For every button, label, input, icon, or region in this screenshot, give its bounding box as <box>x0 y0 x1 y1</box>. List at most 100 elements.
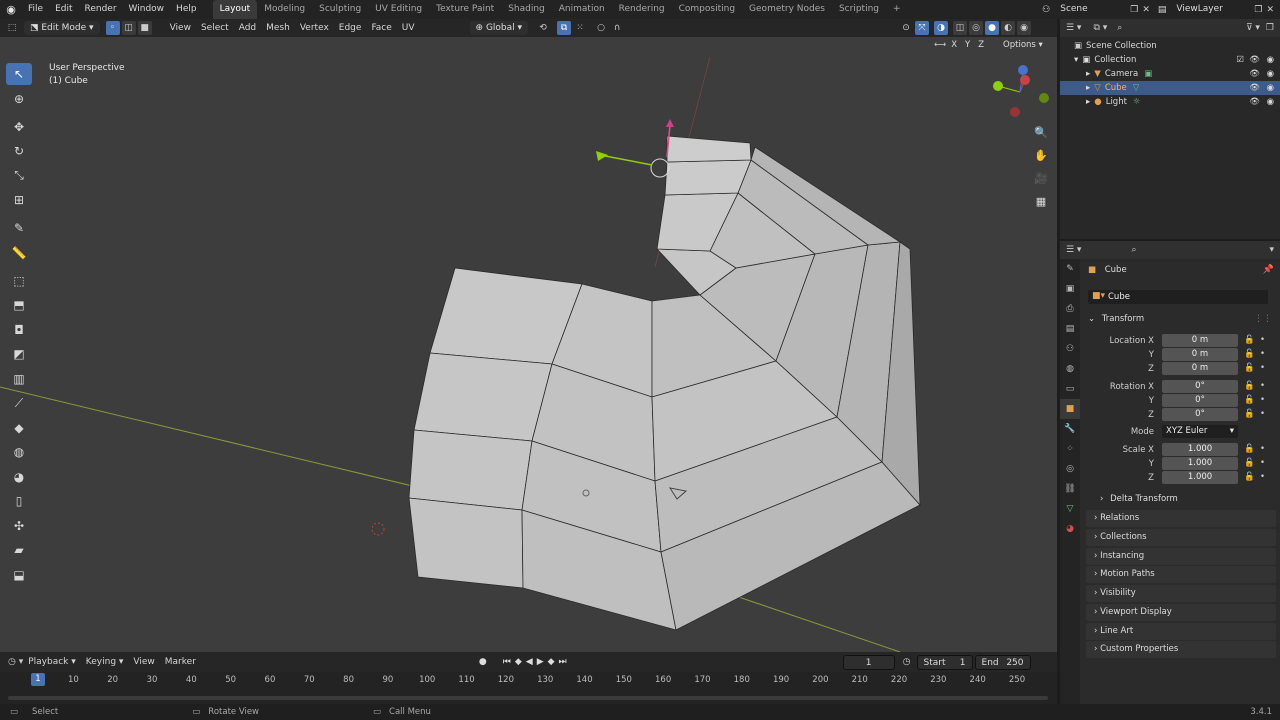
blender-logo-icon[interactable]: ◉ <box>0 3 22 16</box>
new-collection-icon[interactable]: ❐ <box>1266 23 1274 33</box>
shear-tool-icon[interactable]: ▰ <box>6 539 32 561</box>
prev-keyframe-icon[interactable]: ◆ <box>515 657 522 667</box>
pan-hand-icon[interactable]: ✋ <box>1031 146 1051 166</box>
panel-visibility[interactable]: › Visibility <box>1086 585 1276 602</box>
timeline-scrollbar[interactable] <box>8 696 1048 700</box>
tab-animation[interactable]: Animation <box>552 0 612 19</box>
perspective-grid-icon[interactable]: ▦ <box>1031 192 1051 212</box>
keyframe-dot-icon[interactable]: • <box>1260 444 1265 454</box>
timeline-area[interactable]: 10 20 30 40 50 60 70 80 90 100 110 120 130 140 150 160 1… <box>0 672 1057 704</box>
eye-icon[interactable]: 👁 <box>1249 69 1260 79</box>
drag-handle-icon[interactable]: ⋮⋮ <box>1254 314 1272 324</box>
keyframe-dot-icon[interactable]: • <box>1260 381 1265 391</box>
wireframe-shading-icon[interactable]: ◎ <box>969 21 983 35</box>
outliner-editor-icon[interactable]: ☰ ▾ <box>1066 23 1081 33</box>
tab-compositing[interactable]: Compositing <box>672 0 742 19</box>
xray-icon[interactable]: ◫ <box>953 21 967 35</box>
edge-slide-tool-icon[interactable]: ▯ <box>6 490 32 512</box>
start-frame-field[interactable]: Start 1 <box>916 654 973 670</box>
eye-icon[interactable]: 👁 <box>1249 83 1260 93</box>
tab-scripting[interactable]: Scripting <box>832 0 886 19</box>
output-tab-icon[interactable]: ⎙ <box>1060 299 1080 319</box>
panel-line-art[interactable]: › Line Art <box>1086 623 1276 640</box>
panel-custom-properties[interactable]: › Custom Properties <box>1086 641 1276 658</box>
tree-row-light[interactable]: ▸ ● Light ☼ 👁 ◉ <box>1060 95 1280 109</box>
expand-icon[interactable]: ▾ <box>1074 55 1078 65</box>
collection-tab-icon[interactable]: ▭ <box>1060 379 1080 399</box>
current-frame-field[interactable]: 1 <box>842 654 895 670</box>
keyframe-dot-icon[interactable]: • <box>1260 409 1265 419</box>
expand-icon[interactable]: ▸ <box>1086 97 1090 107</box>
move-tool-icon[interactable]: ✥ <box>6 116 32 138</box>
options-dropdown[interactable]: Options ▾ <box>1003 40 1043 50</box>
keyframe-dot-icon[interactable]: • <box>1260 395 1265 405</box>
location-x-field[interactable]: 0 m <box>1162 334 1238 347</box>
extrude-tool-icon[interactable]: ⬒ <box>6 294 32 316</box>
face-select-icon[interactable]: ■ <box>137 21 152 35</box>
3d-viewport[interactable]: ↖ ⊕ ✥ ↻ ⤡ ⊞ ✎ 📏 ⬚ ⬒ ◘ ◩ ▥ ⟋ ◆ ◍ ◕ ▯ ✣ ▰ … <box>0 37 1057 652</box>
menu-window[interactable]: Window <box>123 0 171 19</box>
keyframe-dot-icon[interactable]: • <box>1260 349 1265 359</box>
proportional-edit-icon[interactable]: ○ <box>594 21 608 35</box>
eye-icon[interactable]: 👁 <box>1249 97 1260 107</box>
frame-ruler[interactable]: 10 20 30 40 50 60 70 80 90 100 110 120 130 140 150 160 1… <box>0 672 1057 686</box>
orientation-dropdown[interactable]: ⊕ Global ▾ <box>469 21 529 35</box>
clock-icon[interactable]: ◷ <box>903 657 911 667</box>
tab-modeling[interactable]: Modeling <box>257 0 312 19</box>
tool-tab-icon[interactable]: ✎ <box>1060 259 1080 279</box>
tab-geometry-nodes[interactable]: Geometry Nodes <box>742 0 832 19</box>
particles-tab-icon[interactable]: ⁘ <box>1060 439 1080 459</box>
lock-icon[interactable]: 🔓 <box>1244 458 1255 468</box>
search-icon[interactable]: ⌕ <box>1117 23 1122 33</box>
transform-panel-header[interactable]: ⌄ Transform <box>1088 314 1144 324</box>
camera-render-icon[interactable]: ◉ <box>1267 55 1274 65</box>
panel-motion-paths[interactable]: › Motion Paths <box>1086 566 1276 583</box>
visibility-icon[interactable]: ⊙ <box>899 21 913 35</box>
menu-add[interactable]: Add <box>234 19 261 37</box>
annotate-tool-icon[interactable]: ✎ <box>6 217 32 239</box>
menu-file[interactable]: File <box>22 0 49 19</box>
pin-icon[interactable]: 📌 <box>1263 265 1274 275</box>
menu-help[interactable]: Help <box>170 0 203 19</box>
mirror-y-toggle[interactable]: Y <box>962 40 973 50</box>
checkbox-icon[interactable]: ☑ <box>1236 55 1244 65</box>
expand-icon[interactable]: ▸ <box>1086 69 1090 79</box>
keyframe-dot-icon[interactable]: • <box>1260 458 1265 468</box>
add-cube-tool-icon[interactable]: ⬚ <box>6 270 32 292</box>
physics-tab-icon[interactable]: ◎ <box>1060 459 1080 479</box>
menu-timeline-view[interactable]: View <box>128 653 159 671</box>
scene-field[interactable]: Scene <box>1054 2 1126 17</box>
camera-render-icon[interactable]: ◉ <box>1267 83 1274 93</box>
lock-icon[interactable]: 🔓 <box>1244 381 1255 391</box>
filter-icon[interactable]: ⊽ ▾ <box>1246 23 1260 33</box>
tab-sculpting[interactable]: Sculpting <box>312 0 368 19</box>
tree-row-scene-collection[interactable]: ▣ Scene Collection <box>1060 39 1280 53</box>
scale-x-field[interactable]: 1.000 <box>1162 443 1238 456</box>
tab-rendering[interactable]: Rendering <box>612 0 672 19</box>
rotation-mode-dropdown[interactable]: XYZ Euler ▾ <box>1162 425 1238 438</box>
tab-shading[interactable]: Shading <box>501 0 552 19</box>
mirror-z-toggle[interactable]: Z <box>975 40 987 50</box>
display-mode-icon[interactable]: ⧉ ▾ <box>1093 23 1107 33</box>
play-icon[interactable]: ▶ <box>537 657 544 667</box>
select-box-tool-icon[interactable]: ↖ <box>6 63 32 85</box>
modifier-tab-icon[interactable]: 🔧 <box>1060 419 1080 439</box>
shrink-fatten-tool-icon[interactable]: ✣ <box>6 515 32 537</box>
rotate-tool-icon[interactable]: ↻ <box>6 140 32 162</box>
view-layer-tab-icon[interactable]: ▤ <box>1060 319 1080 339</box>
new-scene-icon[interactable]: ❐ <box>1130 5 1138 15</box>
mirror-x-toggle[interactable]: X <box>948 40 960 50</box>
menu-uv[interactable]: UV <box>397 19 420 37</box>
lock-icon[interactable]: 🔓 <box>1244 395 1255 405</box>
tree-row-cube[interactable]: ▸ ▽ Cube ▽ 👁 ◉ <box>1060 81 1280 95</box>
menu-playback[interactable]: Playback ▾ <box>23 653 81 671</box>
timeline-editor-icon[interactable]: ◷ ▾ <box>8 657 23 667</box>
menu-mesh[interactable]: Mesh <box>261 19 295 37</box>
panel-viewport-display[interactable]: › Viewport Display <box>1086 604 1276 621</box>
tree-row-camera[interactable]: ▸ ▼ Camera ▣ 👁 ◉ <box>1060 67 1280 81</box>
rotation-x-field[interactable]: 0° <box>1162 380 1238 393</box>
poly-build-tool-icon[interactable]: ◆ <box>6 417 32 439</box>
edge-select-icon[interactable]: ◫ <box>121 21 136 35</box>
render-tab-icon[interactable]: ▣ <box>1060 279 1080 299</box>
object-name-field[interactable]: Cube <box>1088 290 1268 304</box>
